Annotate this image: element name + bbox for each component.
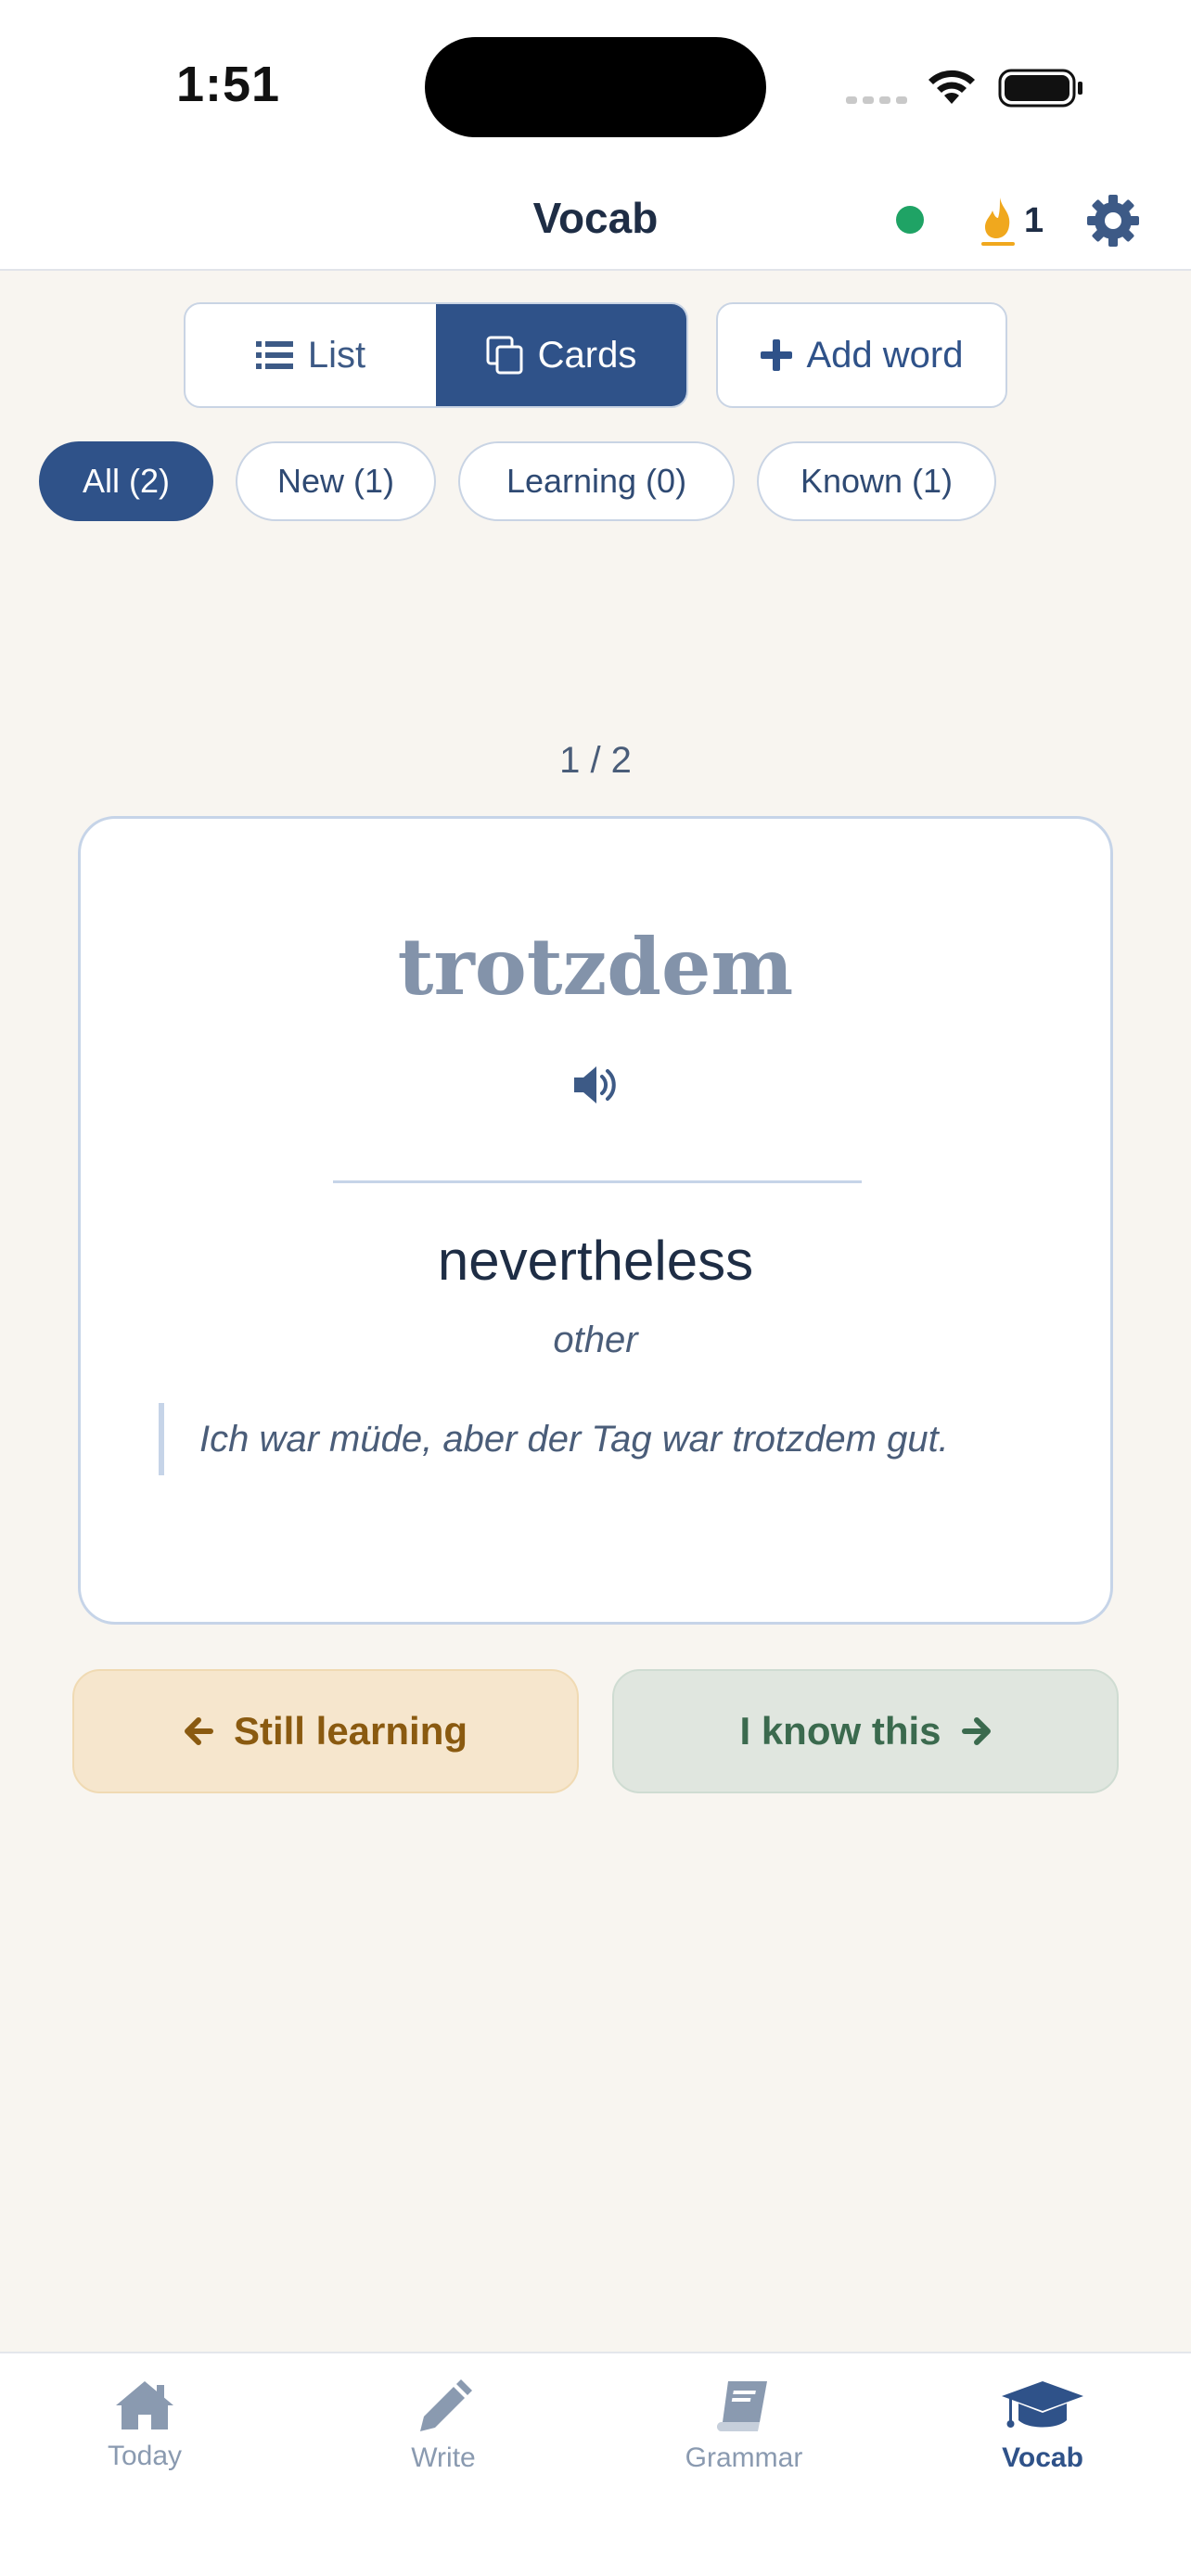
- arrow-left-icon: [184, 1717, 213, 1745]
- wifi-icon: [928, 70, 975, 104]
- view-toggle: List Cards: [184, 302, 688, 408]
- card-example-sentence: Ich war müde, aber der Tag war trotzdem …: [159, 1403, 956, 1475]
- card-translation: nevertheless: [437, 1230, 754, 1292]
- app-header: Vocab 1: [0, 176, 1191, 271]
- filter-chip-label: Known (1): [800, 462, 954, 500]
- tab-write[interactable]: Write: [332, 2379, 555, 2474]
- list-view-label: List: [307, 334, 366, 376]
- book-icon: [716, 2381, 767, 2431]
- list-view-button[interactable]: List: [186, 304, 436, 406]
- card-word: trotzdem: [397, 921, 794, 1013]
- tab-today[interactable]: Today: [33, 2379, 256, 2472]
- filter-chip-all[interactable]: All (2): [39, 441, 213, 521]
- filter-chip-label: All (2): [82, 462, 170, 500]
- tab-vocab[interactable]: Vocab: [931, 2379, 1154, 2474]
- tab-label: Grammar: [685, 2442, 803, 2473]
- plus-icon: [760, 339, 792, 371]
- home-icon: [116, 2381, 173, 2429]
- filter-chip-label: Learning (0): [506, 462, 687, 500]
- battery-icon: [998, 69, 1082, 108]
- know-this-label: I know this: [739, 1709, 941, 1753]
- cellular-signal-icon: [846, 96, 907, 104]
- speaker-icon[interactable]: [572, 1064, 622, 1106]
- pencil-icon: [420, 2379, 472, 2431]
- filter-chip-learning[interactable]: Learning (0): [458, 441, 735, 521]
- know-this-button[interactable]: I know this: [612, 1669, 1119, 1793]
- filter-chip-label: New (1): [276, 462, 395, 500]
- add-word-label: Add word: [806, 334, 964, 376]
- sync-status-dot: [896, 206, 924, 234]
- still-learning-button[interactable]: Still learning: [72, 1669, 579, 1793]
- add-word-button[interactable]: Add word: [716, 302, 1007, 408]
- dynamic-island: [425, 37, 766, 137]
- arrow-right-icon: [961, 1717, 991, 1745]
- tab-label: Today: [107, 2441, 183, 2471]
- streak-indicator[interactable]: 1: [978, 193, 1044, 249]
- filter-chip-known[interactable]: Known (1): [757, 441, 996, 521]
- flashcard[interactable]: trotzdem nevertheless other Ich war müde…: [78, 816, 1113, 1625]
- tab-label: Write: [411, 2442, 476, 2473]
- still-learning-label: Still learning: [233, 1709, 468, 1753]
- card-word-type: other: [553, 1320, 638, 1360]
- graduation-cap-icon: [1002, 2381, 1083, 2428]
- list-icon: [255, 341, 293, 369]
- cards-view-label: Cards: [537, 334, 637, 376]
- tab-label: Vocab: [1002, 2442, 1083, 2473]
- filter-chip-new[interactable]: New (1): [236, 441, 436, 521]
- gear-icon[interactable]: [1083, 191, 1143, 250]
- cards-view-button[interactable]: Cards: [436, 304, 686, 406]
- status-time: 1:51: [176, 57, 281, 112]
- tab-grammar[interactable]: Grammar: [633, 2379, 855, 2474]
- streak-count: 1: [1024, 200, 1044, 240]
- tab-bar: Today Write Grammar Vocab: [0, 2352, 1191, 2576]
- cards-icon: [486, 336, 523, 375]
- card-divider: [333, 1180, 862, 1183]
- status-bar: 1:51: [0, 0, 1191, 176]
- flame-icon: [981, 198, 1015, 246]
- card-counter: 1 / 2: [559, 740, 632, 781]
